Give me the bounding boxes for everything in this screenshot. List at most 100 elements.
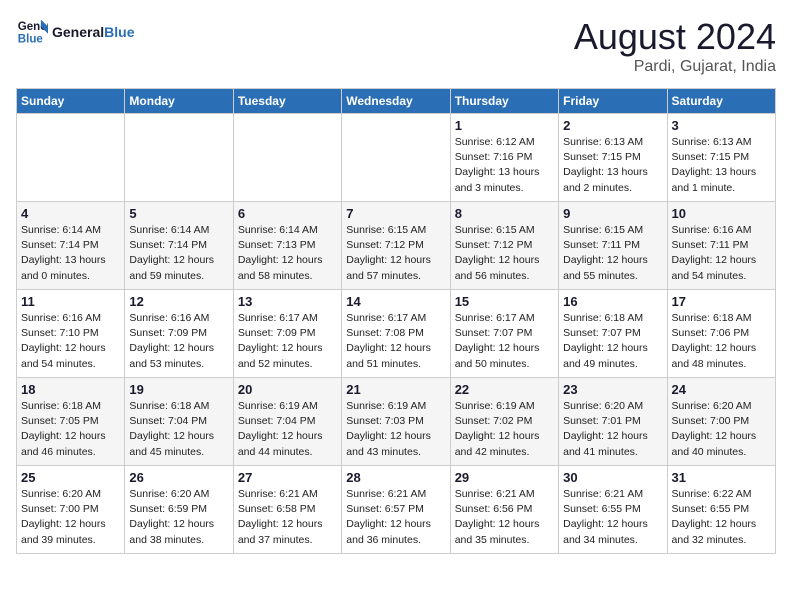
- calendar-cell: [125, 114, 233, 202]
- day-info: Sunrise: 6:15 AM Sunset: 7:12 PM Dayligh…: [455, 223, 554, 284]
- logo: General Blue GeneralBlue: [16, 16, 134, 48]
- day-info: Sunrise: 6:13 AM Sunset: 7:15 PM Dayligh…: [672, 135, 771, 196]
- calendar-cell: [233, 114, 341, 202]
- day-info: Sunrise: 6:20 AM Sunset: 6:59 PM Dayligh…: [129, 487, 228, 548]
- day-number: 28: [346, 470, 445, 485]
- calendar-cell: 25Sunrise: 6:20 AM Sunset: 7:00 PM Dayli…: [17, 466, 125, 554]
- day-info: Sunrise: 6:15 AM Sunset: 7:12 PM Dayligh…: [346, 223, 445, 284]
- calendar-cell: 12Sunrise: 6:16 AM Sunset: 7:09 PM Dayli…: [125, 290, 233, 378]
- day-info: Sunrise: 6:18 AM Sunset: 7:05 PM Dayligh…: [21, 399, 120, 460]
- day-number: 31: [672, 470, 771, 485]
- calendar-cell: 17 Sunrise: 6:18 AM Sunset: 7:06 PM Dayli…: [667, 290, 775, 378]
- day-info: Sunrise: 6:20 AM Sunset: 7:00 PM Dayligh…: [21, 487, 120, 548]
- calendar-cell: 15Sunrise: 6:17 AM Sunset: 7:07 PM Dayli…: [450, 290, 558, 378]
- header-row: Sunday Monday Tuesday Wednesday Thursday…: [17, 89, 776, 114]
- day-number: 4: [21, 206, 120, 221]
- calendar-cell: 2 Sunrise: 6:13 AM Sunset: 7:15 PM Daylig…: [559, 114, 667, 202]
- day-info: Sunrise: 6:16 AM Sunset: 7:11 PM Dayligh…: [672, 223, 771, 284]
- calendar-cell: [342, 114, 450, 202]
- day-info: Sunrise: 6:14 AM Sunset: 7:14 PM Dayligh…: [129, 223, 228, 284]
- week-row-0: 1Sunrise: 6:12 AM Sunset: 7:16 PM Daylig…: [17, 114, 776, 202]
- calendar-cell: 3Sunrise: 6:13 AM Sunset: 7:15 PM Daylig…: [667, 114, 775, 202]
- col-friday: Friday: [559, 89, 667, 114]
- day-number: 9: [563, 206, 662, 221]
- calendar-cell: 1Sunrise: 6:12 AM Sunset: 7:16 PM Daylig…: [450, 114, 558, 202]
- calendar-cell: 28 Sunrise: 6:21 AM Sunset: 6:57 PM Dayli…: [342, 466, 450, 554]
- day-number: 13: [238, 294, 337, 309]
- day-info: Sunrise: 6:15 AM Sunset: 7:11 PM Dayligh…: [563, 223, 662, 284]
- calendar-cell: [17, 114, 125, 202]
- day-info: Sunrise: 6:22 AM Sunset: 6:55 PM Dayligh…: [672, 487, 771, 548]
- day-info: Sunrise: 6:18 AM Sunset: 7:06 PM Dayligh…: [672, 311, 771, 372]
- calendar-cell: 9 Sunrise: 6:15 AM Sunset: 7:11 PM Daylig…: [559, 202, 667, 290]
- calendar-cell: 19 Sunrise: 6:18 AM Sunset: 7:04 PM Dayli…: [125, 378, 233, 466]
- day-info: Sunrise: 6:21 AM Sunset: 6:57 PM Dayligh…: [346, 487, 445, 548]
- day-number: 7: [346, 206, 445, 221]
- calendar-cell: 8Sunrise: 6:15 AM Sunset: 7:12 PM Daylig…: [450, 202, 558, 290]
- title-block: August 2024 Pardi, Gujarat, India: [574, 16, 776, 76]
- day-info: Sunrise: 6:17 AM Sunset: 7:09 PM Dayligh…: [238, 311, 337, 372]
- col-tuesday: Tuesday: [233, 89, 341, 114]
- week-row-4: 25Sunrise: 6:20 AM Sunset: 7:00 PM Dayli…: [17, 466, 776, 554]
- day-number: 16: [563, 294, 662, 309]
- day-number: 26: [129, 470, 228, 485]
- day-number: 27: [238, 470, 337, 485]
- col-saturday: Saturday: [667, 89, 775, 114]
- day-number: 29: [455, 470, 554, 485]
- day-number: 22: [455, 382, 554, 397]
- calendar-subtitle: Pardi, Gujarat, India: [574, 58, 776, 76]
- logo-icon: General Blue: [16, 16, 48, 48]
- col-monday: Monday: [125, 89, 233, 114]
- calendar-cell: 14Sunrise: 6:17 AM Sunset: 7:08 PM Dayli…: [342, 290, 450, 378]
- day-number: 30: [563, 470, 662, 485]
- calendar-cell: 13 Sunrise: 6:17 AM Sunset: 7:09 PM Dayli…: [233, 290, 341, 378]
- day-number: 2: [563, 118, 662, 133]
- week-row-3: 18 Sunrise: 6:18 AM Sunset: 7:05 PM Dayli…: [17, 378, 776, 466]
- calendar-cell: 30 Sunrise: 6:21 AM Sunset: 6:55 PM Dayli…: [559, 466, 667, 554]
- logo-text: GeneralBlue: [52, 24, 134, 40]
- col-sunday: Sunday: [17, 89, 125, 114]
- calendar-cell: 7 Sunrise: 6:15 AM Sunset: 7:12 PM Daylig…: [342, 202, 450, 290]
- day-number: 20: [238, 382, 337, 397]
- day-info: Sunrise: 6:21 AM Sunset: 6:56 PM Dayligh…: [455, 487, 554, 548]
- calendar-cell: 20 Sunrise: 6:19 AM Sunset: 7:04 PM Dayli…: [233, 378, 341, 466]
- calendar-cell: 21Sunrise: 6:19 AM Sunset: 7:03 PM Dayli…: [342, 378, 450, 466]
- day-number: 19: [129, 382, 228, 397]
- calendar-title: August 2024: [574, 16, 776, 58]
- calendar-cell: 22 Sunrise: 6:19 AM Sunset: 7:02 PM Dayli…: [450, 378, 558, 466]
- calendar-cell: 10 Sunrise: 6:16 AM Sunset: 7:11 PM Dayli…: [667, 202, 775, 290]
- calendar-cell: 11Sunrise: 6:16 AM Sunset: 7:10 PM Dayli…: [17, 290, 125, 378]
- day-number: 10: [672, 206, 771, 221]
- page-header: General Blue GeneralBlue August 2024 Par…: [16, 16, 776, 76]
- day-number: 5: [129, 206, 228, 221]
- calendar-cell: 31 Sunrise: 6:22 AM Sunset: 6:55 PM Dayli…: [667, 466, 775, 554]
- week-row-2: 11Sunrise: 6:16 AM Sunset: 7:10 PM Dayli…: [17, 290, 776, 378]
- day-info: Sunrise: 6:19 AM Sunset: 7:03 PM Dayligh…: [346, 399, 445, 460]
- day-number: 18: [21, 382, 120, 397]
- day-number: 15: [455, 294, 554, 309]
- day-info: Sunrise: 6:18 AM Sunset: 7:04 PM Dayligh…: [129, 399, 228, 460]
- col-thursday: Thursday: [450, 89, 558, 114]
- day-info: Sunrise: 6:20 AM Sunset: 7:00 PM Dayligh…: [672, 399, 771, 460]
- calendar-cell: 5 Sunrise: 6:14 AM Sunset: 7:14 PM Daylig…: [125, 202, 233, 290]
- day-info: Sunrise: 6:17 AM Sunset: 7:08 PM Dayligh…: [346, 311, 445, 372]
- day-number: 24: [672, 382, 771, 397]
- day-number: 23: [563, 382, 662, 397]
- day-info: Sunrise: 6:14 AM Sunset: 7:14 PM Dayligh…: [21, 223, 120, 284]
- svg-text:Blue: Blue: [18, 34, 44, 46]
- calendar-cell: 24 Sunrise: 6:20 AM Sunset: 7:00 PM Dayli…: [667, 378, 775, 466]
- calendar-cell: 16 Sunrise: 6:18 AM Sunset: 7:07 PM Dayli…: [559, 290, 667, 378]
- day-number: 6: [238, 206, 337, 221]
- calendar-cell: 23Sunrise: 6:20 AM Sunset: 7:01 PM Dayli…: [559, 378, 667, 466]
- day-info: Sunrise: 6:21 AM Sunset: 6:55 PM Dayligh…: [563, 487, 662, 548]
- day-info: Sunrise: 6:19 AM Sunset: 7:02 PM Dayligh…: [455, 399, 554, 460]
- day-number: 17: [672, 294, 771, 309]
- col-wednesday: Wednesday: [342, 89, 450, 114]
- day-info: Sunrise: 6:18 AM Sunset: 7:07 PM Dayligh…: [563, 311, 662, 372]
- day-info: Sunrise: 6:19 AM Sunset: 7:04 PM Dayligh…: [238, 399, 337, 460]
- calendar-cell: 27Sunrise: 6:21 AM Sunset: 6:58 PM Dayli…: [233, 466, 341, 554]
- calendar-cell: 6Sunrise: 6:14 AM Sunset: 7:13 PM Daylig…: [233, 202, 341, 290]
- day-info: Sunrise: 6:13 AM Sunset: 7:15 PM Dayligh…: [563, 135, 662, 196]
- calendar-cell: 4 Sunrise: 6:14 AM Sunset: 7:14 PM Daylig…: [17, 202, 125, 290]
- day-info: Sunrise: 6:16 AM Sunset: 7:09 PM Dayligh…: [129, 311, 228, 372]
